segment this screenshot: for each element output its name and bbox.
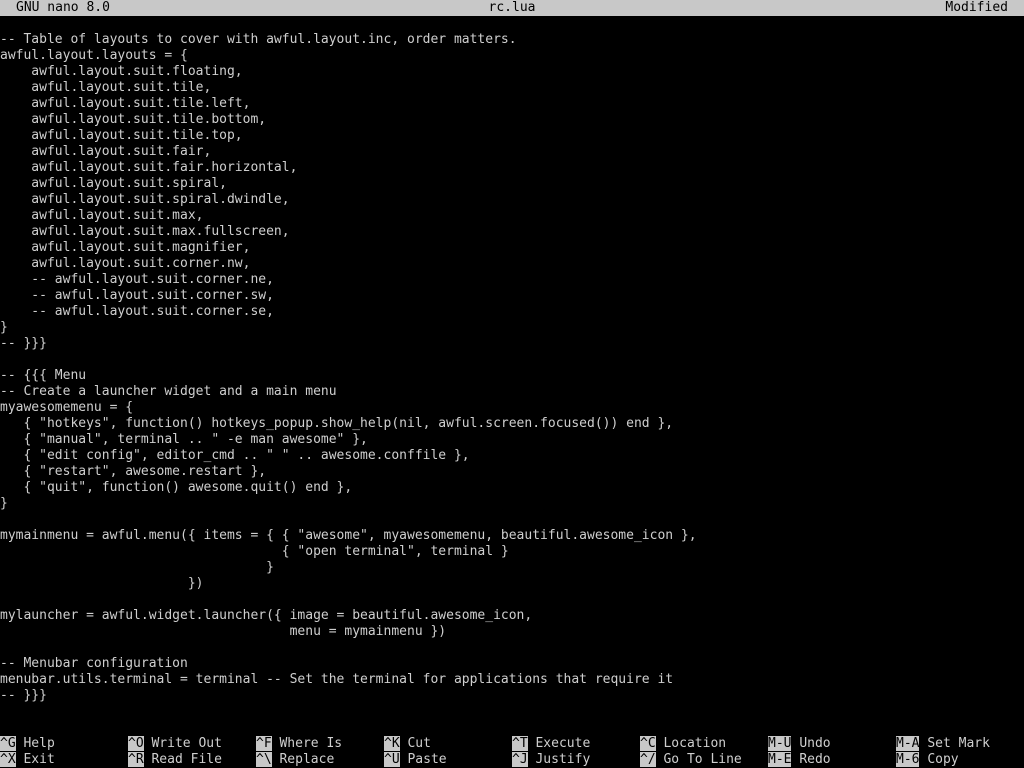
shortcut-key: M-E [768, 752, 792, 767]
shortcut-location[interactable]: ^C Location [640, 736, 726, 752]
code-line[interactable]: -- Table of layouts to cover with awful.… [0, 32, 1024, 48]
shortcut-label: Where Is [279, 736, 343, 751]
code-line[interactable]: -- Create a launcher widget and a main m… [0, 384, 1024, 400]
code-line[interactable]: -- {{{ Menu [0, 368, 1024, 384]
code-line[interactable]: } [0, 560, 1024, 576]
code-line[interactable]: awful.layout.suit.magnifier, [0, 240, 1024, 256]
code-line[interactable]: awful.layout.suit.fair.horizontal, [0, 160, 1024, 176]
shortcut-redo[interactable]: M-E Redo [768, 752, 831, 768]
code-line[interactable]: mymainmenu = awful.menu({ items = { { "a… [0, 528, 1024, 544]
shortcut-label: Execute [535, 736, 591, 751]
shortcut-where-is[interactable]: ^F Where Is [256, 736, 342, 752]
code-line[interactable]: awful.layout.layouts = { [0, 48, 1024, 64]
shortcut-key: ^X [0, 752, 16, 767]
shortcut-undo[interactable]: M-U Undo [768, 736, 831, 752]
code-line[interactable]: } [0, 320, 1024, 336]
shortcut-write-out[interactable]: ^O Write Out [128, 736, 222, 752]
code-line[interactable] [0, 640, 1024, 656]
app-version: GNU nano 8.0 [16, 0, 110, 15]
code-line[interactable]: awful.layout.suit.floating, [0, 64, 1024, 80]
shortcut-label: Redo [799, 752, 831, 767]
code-line[interactable]: -- awful.layout.suit.corner.ne, [0, 272, 1024, 288]
shortcut-label: Exit [23, 752, 55, 767]
code-line[interactable]: }) [0, 576, 1024, 592]
shortcut-label: Copy [927, 752, 959, 767]
code-line[interactable]: awful.layout.suit.spiral.dwindle, [0, 192, 1024, 208]
code-line[interactable]: { "edit config", editor_cmd .. " " .. aw… [0, 448, 1024, 464]
code-line[interactable]: menu = mymainmenu }) [0, 624, 1024, 640]
shortcut-label: Read File [151, 752, 222, 767]
code-line[interactable]: -- }}} [0, 336, 1024, 352]
code-line[interactable]: -- awful.layout.suit.corner.se, [0, 304, 1024, 320]
shortcut-label: Replace [279, 752, 335, 767]
code-line[interactable]: awful.layout.suit.max, [0, 208, 1024, 224]
shortcut-copy[interactable]: M-6 Copy [896, 752, 959, 768]
code-line[interactable]: { "restart", awesome.restart }, [0, 464, 1024, 480]
shortcut-paste[interactable]: ^U Paste [384, 752, 447, 768]
shortcut-label: Write Out [151, 736, 222, 751]
shortcut-exit[interactable]: ^X Exit [0, 752, 55, 768]
code-line[interactable] [0, 512, 1024, 528]
code-line[interactable]: awful.layout.suit.tile.top, [0, 128, 1024, 144]
shortcut-key: ^R [128, 752, 144, 767]
shortcut-key: ^U [384, 752, 400, 767]
code-line[interactable]: menubar.utils.terminal = terminal -- Set… [0, 672, 1024, 688]
shortcut-label: Help [23, 736, 55, 751]
code-line[interactable]: awful.layout.suit.max.fullscreen, [0, 224, 1024, 240]
shortcut-execute[interactable]: ^T Execute [512, 736, 590, 752]
code-line[interactable]: awful.layout.suit.spiral, [0, 176, 1024, 192]
modified-status: Modified [945, 0, 1008, 15]
shortcut-label: Paste [407, 752, 447, 767]
code-line[interactable]: awful.layout.suit.tile, [0, 80, 1024, 96]
shortcut-label: Location [663, 736, 727, 751]
shortcut-label: Justify [535, 752, 591, 767]
code-line[interactable]: { "open terminal", terminal } [0, 544, 1024, 560]
code-line[interactable] [0, 592, 1024, 608]
shortcut-read-file[interactable]: ^R Read File [128, 752, 222, 768]
code-line[interactable] [0, 352, 1024, 368]
shortcut-key: ^G [0, 736, 16, 751]
shortcut-key: ^F [256, 736, 272, 751]
code-line[interactable]: awful.layout.suit.tile.left, [0, 96, 1024, 112]
code-line[interactable]: { "manual", terminal .. " -e man awesome… [0, 432, 1024, 448]
title-bar: rc.lua GNU nano 8.0 Modified [0, 0, 1024, 16]
shortcut-label: Cut [407, 736, 431, 751]
code-line[interactable]: { "quit", function() awesome.quit() end … [0, 480, 1024, 496]
shortcut-go-to-line[interactable]: ^/ Go To Line [640, 752, 742, 768]
shortcut-justify[interactable]: ^J Justify [512, 752, 590, 768]
shortcut-key: ^O [128, 736, 144, 751]
shortcut-key: M-U [768, 736, 792, 751]
shortcut-key: ^T [512, 736, 528, 751]
shortcut-key: ^/ [640, 752, 656, 767]
editor-text-area[interactable]: -- Table of layouts to cover with awful.… [0, 32, 1024, 728]
code-line[interactable]: awful.layout.suit.tile.bottom, [0, 112, 1024, 128]
file-name: rc.lua [488, 0, 536, 15]
code-line[interactable]: -- awful.layout.suit.corner.sw, [0, 288, 1024, 304]
shortcut-key: ^C [640, 736, 656, 751]
code-line[interactable]: awful.layout.suit.corner.nw, [0, 256, 1024, 272]
shortcut-key: ^\ [256, 752, 272, 767]
code-line[interactable]: { "hotkeys", function() hotkeys_popup.sh… [0, 416, 1024, 432]
shortcut-replace[interactable]: ^\ Replace [256, 752, 334, 768]
shortcut-label: Undo [799, 736, 831, 751]
code-line[interactable]: } [0, 496, 1024, 512]
shortcut-help[interactable]: ^G Help [0, 736, 55, 752]
shortcut-key: ^K [384, 736, 400, 751]
code-line[interactable]: mylauncher = awful.widget.launcher({ ima… [0, 608, 1024, 624]
shortcut-set-mark[interactable]: M-A Set Mark [896, 736, 990, 752]
code-line[interactable]: awful.layout.suit.fair, [0, 144, 1024, 160]
code-line[interactable]: -- Menubar configuration [0, 656, 1024, 672]
shortcut-key: M-6 [896, 752, 920, 767]
shortcut-label: Set Mark [927, 736, 990, 751]
shortcut-label: Go To Line [663, 752, 742, 767]
code-line[interactable]: myawesomemenu = { [0, 400, 1024, 416]
shortcut-cut[interactable]: ^K Cut [384, 736, 431, 752]
shortcut-bar: ^G Help ^O Write Out ^F Where Is ^K Cut ^T E… [0, 736, 1024, 768]
code-line[interactable]: -- }}} [0, 688, 1024, 704]
shortcut-key: M-A [896, 736, 920, 751]
shortcut-key: ^J [512, 752, 528, 767]
